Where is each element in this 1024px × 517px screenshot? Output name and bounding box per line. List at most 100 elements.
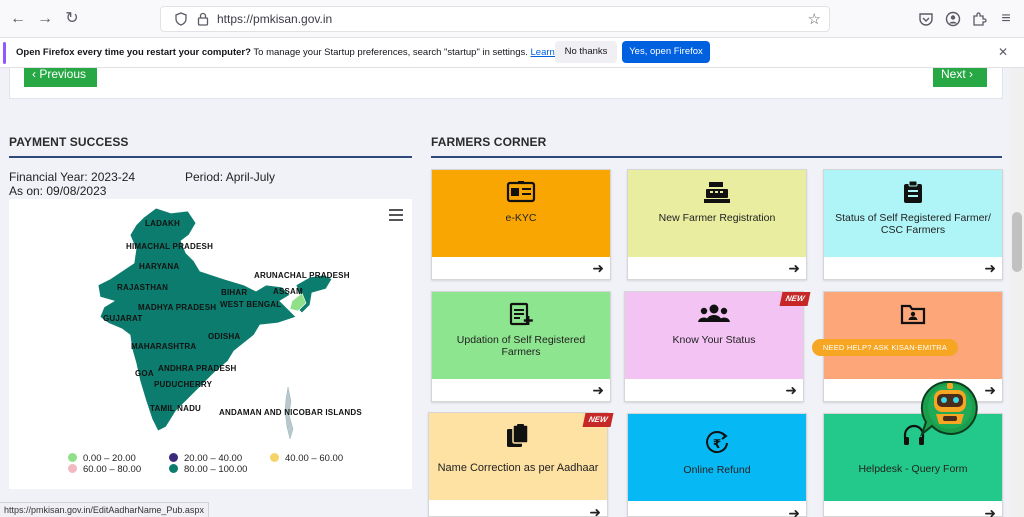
clipboard-icon	[824, 180, 1002, 204]
scrollbar-track[interactable]	[1010, 68, 1024, 517]
card-status-self-registered[interactable]: Status of Self Registered Farmer/ CSC Fa…	[823, 169, 1003, 280]
legend-item-80-100[interactable]: 80.00 – 100.00	[169, 464, 247, 475]
card-new-farmer-registration[interactable]: New Farmer Registration ➜	[627, 169, 807, 280]
previous-button[interactable]: ‹ Previous	[24, 68, 97, 87]
legend-label: 60.00 – 80.00	[83, 464, 142, 475]
next-label: Next	[941, 67, 966, 81]
card-know-your-status[interactable]: Know Your Status ➜	[624, 291, 804, 402]
map-label-odisha: ODISHA	[208, 332, 241, 341]
folder-icon	[824, 302, 1002, 326]
card-online-refund[interactable]: ₹ Online Refund ➜	[627, 413, 807, 517]
map-label-himachal-pradesh: HIMACHAL PRADESH	[126, 242, 214, 251]
forward-arrow-icon[interactable]: →	[36, 10, 54, 28]
card-label: New Farmer Registration	[658, 212, 776, 224]
extensions-icon[interactable]	[971, 11, 987, 27]
arrow-right-icon[interactable]: ➜	[984, 260, 996, 276]
legend-label: 20.00 – 40.00	[184, 453, 243, 464]
pocket-icon[interactable]	[918, 11, 934, 27]
notification-accent	[3, 42, 6, 64]
arrow-right-icon[interactable]: ➜	[592, 260, 604, 276]
legend-dot	[68, 464, 77, 473]
card-label: Online Refund	[683, 464, 751, 476]
card-updation-self-registered[interactable]: Updation of Self Registered Farmers ➜	[431, 291, 611, 402]
map-label-bihar: BIHAR	[221, 288, 248, 297]
as-on-date: As on: 09/08/2023	[9, 184, 107, 198]
url-text[interactable]: https://pmkisan.gov.in	[217, 12, 332, 26]
legend-label: 80.00 – 100.00	[184, 464, 248, 475]
card-label: Status of Self Registered Farmer/ CSC Fa…	[835, 212, 991, 236]
lock-icon[interactable]	[197, 12, 209, 26]
map-label-rajasthan: RAJASTHAN	[117, 283, 169, 292]
rupee-refund-icon: ₹	[628, 430, 806, 454]
reload-icon[interactable]: ↻	[63, 10, 81, 28]
open-firefox-button[interactable]: Yes, open Firefox	[622, 41, 710, 63]
copy-icon	[429, 423, 607, 447]
card-label: Know Your Status	[672, 334, 756, 346]
legend-item-40-60[interactable]: 40.00 – 60.00	[270, 453, 343, 464]
legend-item-60-80[interactable]: 60.00 – 80.00	[68, 464, 141, 475]
notification-bold: Open Firefox every time you restart your…	[16, 47, 251, 58]
map-label-madhya-pradesh: MADHYA PRADESH	[138, 303, 217, 312]
previous-label: Previous	[39, 67, 87, 81]
next-button[interactable]: Next ›	[933, 68, 987, 87]
arrow-right-icon[interactable]: ➜	[589, 504, 601, 517]
payment-title-underline	[9, 156, 412, 158]
legend-dot	[270, 453, 279, 462]
no-thanks-button[interactable]: No thanks	[555, 41, 617, 63]
users-icon	[625, 302, 803, 326]
card-label: Name Correction as per Aadhaar	[437, 462, 599, 474]
map-label-west-bengal: WEST BENGAL	[220, 300, 282, 309]
chatbot-avatar-icon[interactable]	[916, 378, 984, 438]
farmers-title-underline	[431, 156, 1002, 158]
card-name-correction[interactable]: Name Correction as per Aadhaar ➜	[428, 412, 608, 517]
cash-register-icon	[628, 180, 806, 204]
arrow-right-icon[interactable]: ➜	[788, 260, 800, 276]
new-badge: NEW	[582, 413, 614, 427]
map-label-haryana: HARYANA	[139, 262, 180, 271]
notification-text: To manage your Startup preferences, sear…	[250, 47, 531, 58]
account-icon[interactable]	[945, 11, 961, 27]
map-label-tamil-nadu: TAMIL NADU	[150, 404, 202, 413]
map-label-assam: ASSAM	[273, 287, 303, 296]
card-label: Helpdesk - Query Form	[858, 463, 968, 475]
startup-notification-bar: Open Firefox every time you restart your…	[0, 38, 1024, 68]
bookmark-star-icon[interactable]: ☆	[808, 10, 821, 28]
arrow-right-icon[interactable]: ➜	[785, 382, 797, 398]
legend-dot	[68, 453, 77, 462]
map-label-puducherry: PUDUCHERRY	[154, 380, 213, 389]
browser-toolbar: ← → ↻ https://pmkisan.gov.in ☆ ≡	[0, 0, 1024, 38]
map-label-andaman-nicobar: ANDAMAN AND NICOBAR ISLANDS	[219, 408, 362, 417]
address-bar[interactable]: https://pmkisan.gov.in ☆	[160, 6, 830, 32]
legend-label: 0.00 – 20.00	[83, 453, 136, 464]
chevron-right-icon: ›	[969, 67, 974, 81]
arrow-right-icon[interactable]: ➜	[592, 382, 604, 398]
edit-document-icon	[432, 302, 610, 326]
new-badge: NEW	[779, 292, 811, 306]
legend-item-20-40[interactable]: 20.00 – 40.00	[169, 453, 242, 464]
card-label: e-KYC	[505, 212, 537, 224]
arrow-right-icon[interactable]: ➜	[788, 505, 800, 517]
arrow-right-icon[interactable]: ➜	[984, 382, 996, 398]
map-label-goa: GOA	[135, 369, 154, 378]
scrollbar-thumb[interactable]	[1012, 212, 1022, 272]
kisan-emitra-help-button[interactable]: NEED HELP? ASK KISAN-EMITRA	[812, 339, 958, 356]
map-label-arunachal-pradesh: ARUNACHAL PRADESH	[254, 271, 350, 280]
legend-dot	[169, 453, 178, 462]
map-label-andhra-pradesh: ANDHRA PRADESH	[158, 364, 237, 373]
farmers-corner-title: FARMERS CORNER	[431, 135, 547, 149]
shield-icon[interactable]	[175, 12, 187, 26]
back-arrow-icon[interactable]: ←	[9, 10, 27, 28]
payment-success-title: PAYMENT SUCCESS	[9, 135, 129, 149]
arrow-right-icon[interactable]: ➜	[984, 505, 996, 517]
chevron-left-icon: ‹	[32, 67, 36, 81]
notification-message: Open Firefox every time you restart your…	[16, 47, 579, 58]
menu-icon[interactable]: ≡	[997, 10, 1015, 28]
close-icon[interactable]: ✕	[998, 45, 1008, 59]
legend-dot	[169, 464, 178, 473]
map-label-maharashtra: MAHARASHTRA	[131, 342, 197, 351]
card-ekyc[interactable]: e-KYC ➜	[431, 169, 611, 280]
legend-item-0-20[interactable]: 0.00 – 20.00	[68, 453, 136, 464]
legend-label: 40.00 – 60.00	[285, 453, 344, 464]
id-card-icon	[432, 180, 610, 204]
svg-text:₹: ₹	[713, 437, 721, 451]
